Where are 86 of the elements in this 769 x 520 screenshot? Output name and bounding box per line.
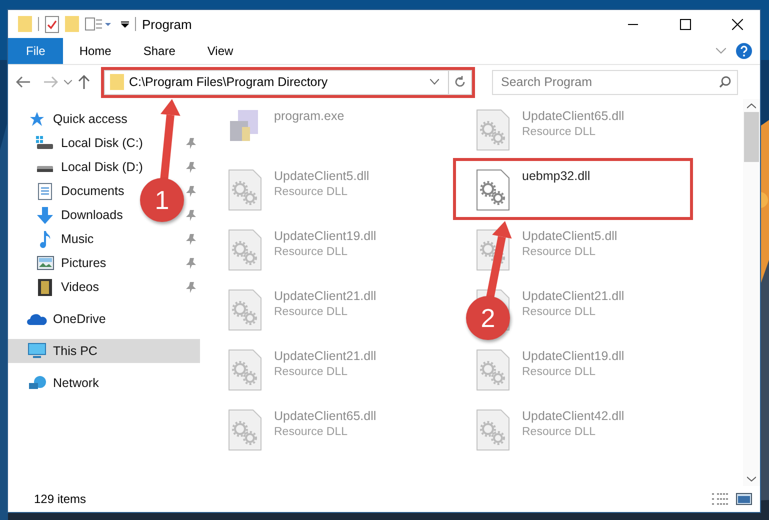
ribbon-tab[interactable]: Share (127, 38, 192, 64)
file-type: Resource DLL (522, 126, 597, 138)
pin-icon[interactable] (186, 282, 196, 292)
file-type: Resource DLL (522, 246, 597, 258)
pin-icon[interactable] (186, 138, 196, 148)
file-type: Resource DLL (522, 306, 597, 318)
recent-locations-icon[interactable] (64, 80, 72, 84)
monitor-icon (28, 343, 46, 359)
drive-icon (36, 136, 54, 150)
file-icon (228, 289, 262, 331)
file-name: uebmp32.dll (522, 169, 590, 183)
up-icon[interactable] (78, 75, 90, 89)
gear-file-icon (476, 169, 510, 211)
file-icon (228, 409, 262, 451)
sidebar-item[interactable]: Downloads (8, 203, 127, 227)
ribbon-tab[interactable]: Home (63, 38, 128, 64)
sidebar-item[interactable]: Local Disk (C:) (8, 131, 147, 155)
file-name: UpdateClient5.dll (522, 229, 618, 243)
file-type: Resource DLL (522, 426, 597, 438)
search-field[interactable]: Search Program (492, 70, 738, 94)
file-name: program.exe (274, 109, 344, 123)
network-icon (28, 375, 46, 391)
music-note-icon (39, 230, 51, 248)
properties-icon[interactable] (45, 16, 59, 32)
file-icon (228, 229, 262, 271)
file-type: Resource DLL (274, 426, 349, 438)
ribbon-tab[interactable]: File (8, 38, 64, 64)
file-name: UpdateClient42.dll (522, 409, 624, 423)
file-name: UpdateClient19.dll (522, 349, 624, 363)
ribbon-tab[interactable]: View (191, 38, 250, 64)
file-type: Resource DLL (274, 246, 349, 258)
file-icon (476, 349, 510, 391)
sidebar-item[interactable]: Videos (8, 275, 103, 299)
large-icons-view-icon[interactable] (736, 493, 752, 505)
sidebar-item[interactable]: Local Disk (D:) (8, 155, 147, 179)
cloud-icon (27, 313, 47, 325)
close-icon (732, 18, 742, 30)
file-type: Resource DLL (522, 366, 597, 378)
expand-ribbon-icon[interactable] (716, 48, 726, 54)
file-type: Resource DLL (274, 306, 349, 318)
sidebar-item[interactable]: Documents (8, 179, 128, 203)
document-icon (38, 182, 52, 200)
details-view-icon[interactable] (712, 493, 728, 505)
file-icon (228, 169, 262, 211)
forward-icon[interactable] (44, 76, 58, 88)
file-name: UpdateClient65.dll (522, 109, 624, 123)
sidebar-item[interactable]: Quick access (8, 107, 132, 131)
star-icon (29, 111, 45, 127)
window-title: Program (142, 16, 192, 32)
film-icon (38, 278, 52, 296)
pin-icon[interactable] (186, 186, 196, 196)
refresh-icon (454, 76, 466, 88)
file-type: Resource DLL (274, 366, 349, 378)
scroll-down-icon[interactable] (747, 476, 756, 482)
pin-icon[interactable] (186, 162, 196, 172)
item-count: 129 items (34, 492, 86, 506)
search-icon[interactable] (719, 76, 731, 88)
folder-icon (110, 74, 124, 90)
picture-icon (36, 256, 54, 270)
sidebar-item[interactable]: OneDrive (8, 307, 110, 331)
sidebar-item[interactable]: Music (8, 227, 98, 251)
maximize-icon (680, 18, 690, 30)
file-icon (476, 409, 510, 451)
address-bar[interactable]: C:\Program Files\Program Directory (104, 70, 472, 94)
back-icon[interactable] (16, 76, 30, 88)
file-name: UpdateClient65.dll (274, 409, 376, 423)
help-icon[interactable] (736, 43, 752, 59)
file-icon (228, 349, 262, 391)
file-name: UpdateClient21.dll (522, 289, 624, 303)
pin-icon[interactable] (186, 210, 196, 220)
scroll-up-icon[interactable] (747, 103, 756, 109)
scrollbar[interactable] (743, 99, 760, 486)
sidebar-item[interactable]: Network (8, 371, 103, 395)
down-arrow-icon (37, 206, 53, 224)
file-icon (476, 109, 510, 151)
scroll-thumb[interactable] (744, 112, 759, 162)
pin-icon[interactable] (186, 234, 196, 244)
file-name: UpdateClient5.dll (274, 169, 370, 183)
pin-icon[interactable] (186, 258, 196, 268)
sidebar-item[interactable]: This PC (8, 339, 200, 363)
file-name: UpdateClient19.dll (274, 229, 376, 243)
file-name: UpdateClient21.dll (274, 289, 376, 303)
dropdown-icon[interactable] (121, 20, 129, 28)
file-name: UpdateClient21.dll (274, 349, 376, 363)
file-type: Resource DLL (274, 186, 349, 198)
sidebar-item[interactable]: Pictures (8, 251, 110, 275)
